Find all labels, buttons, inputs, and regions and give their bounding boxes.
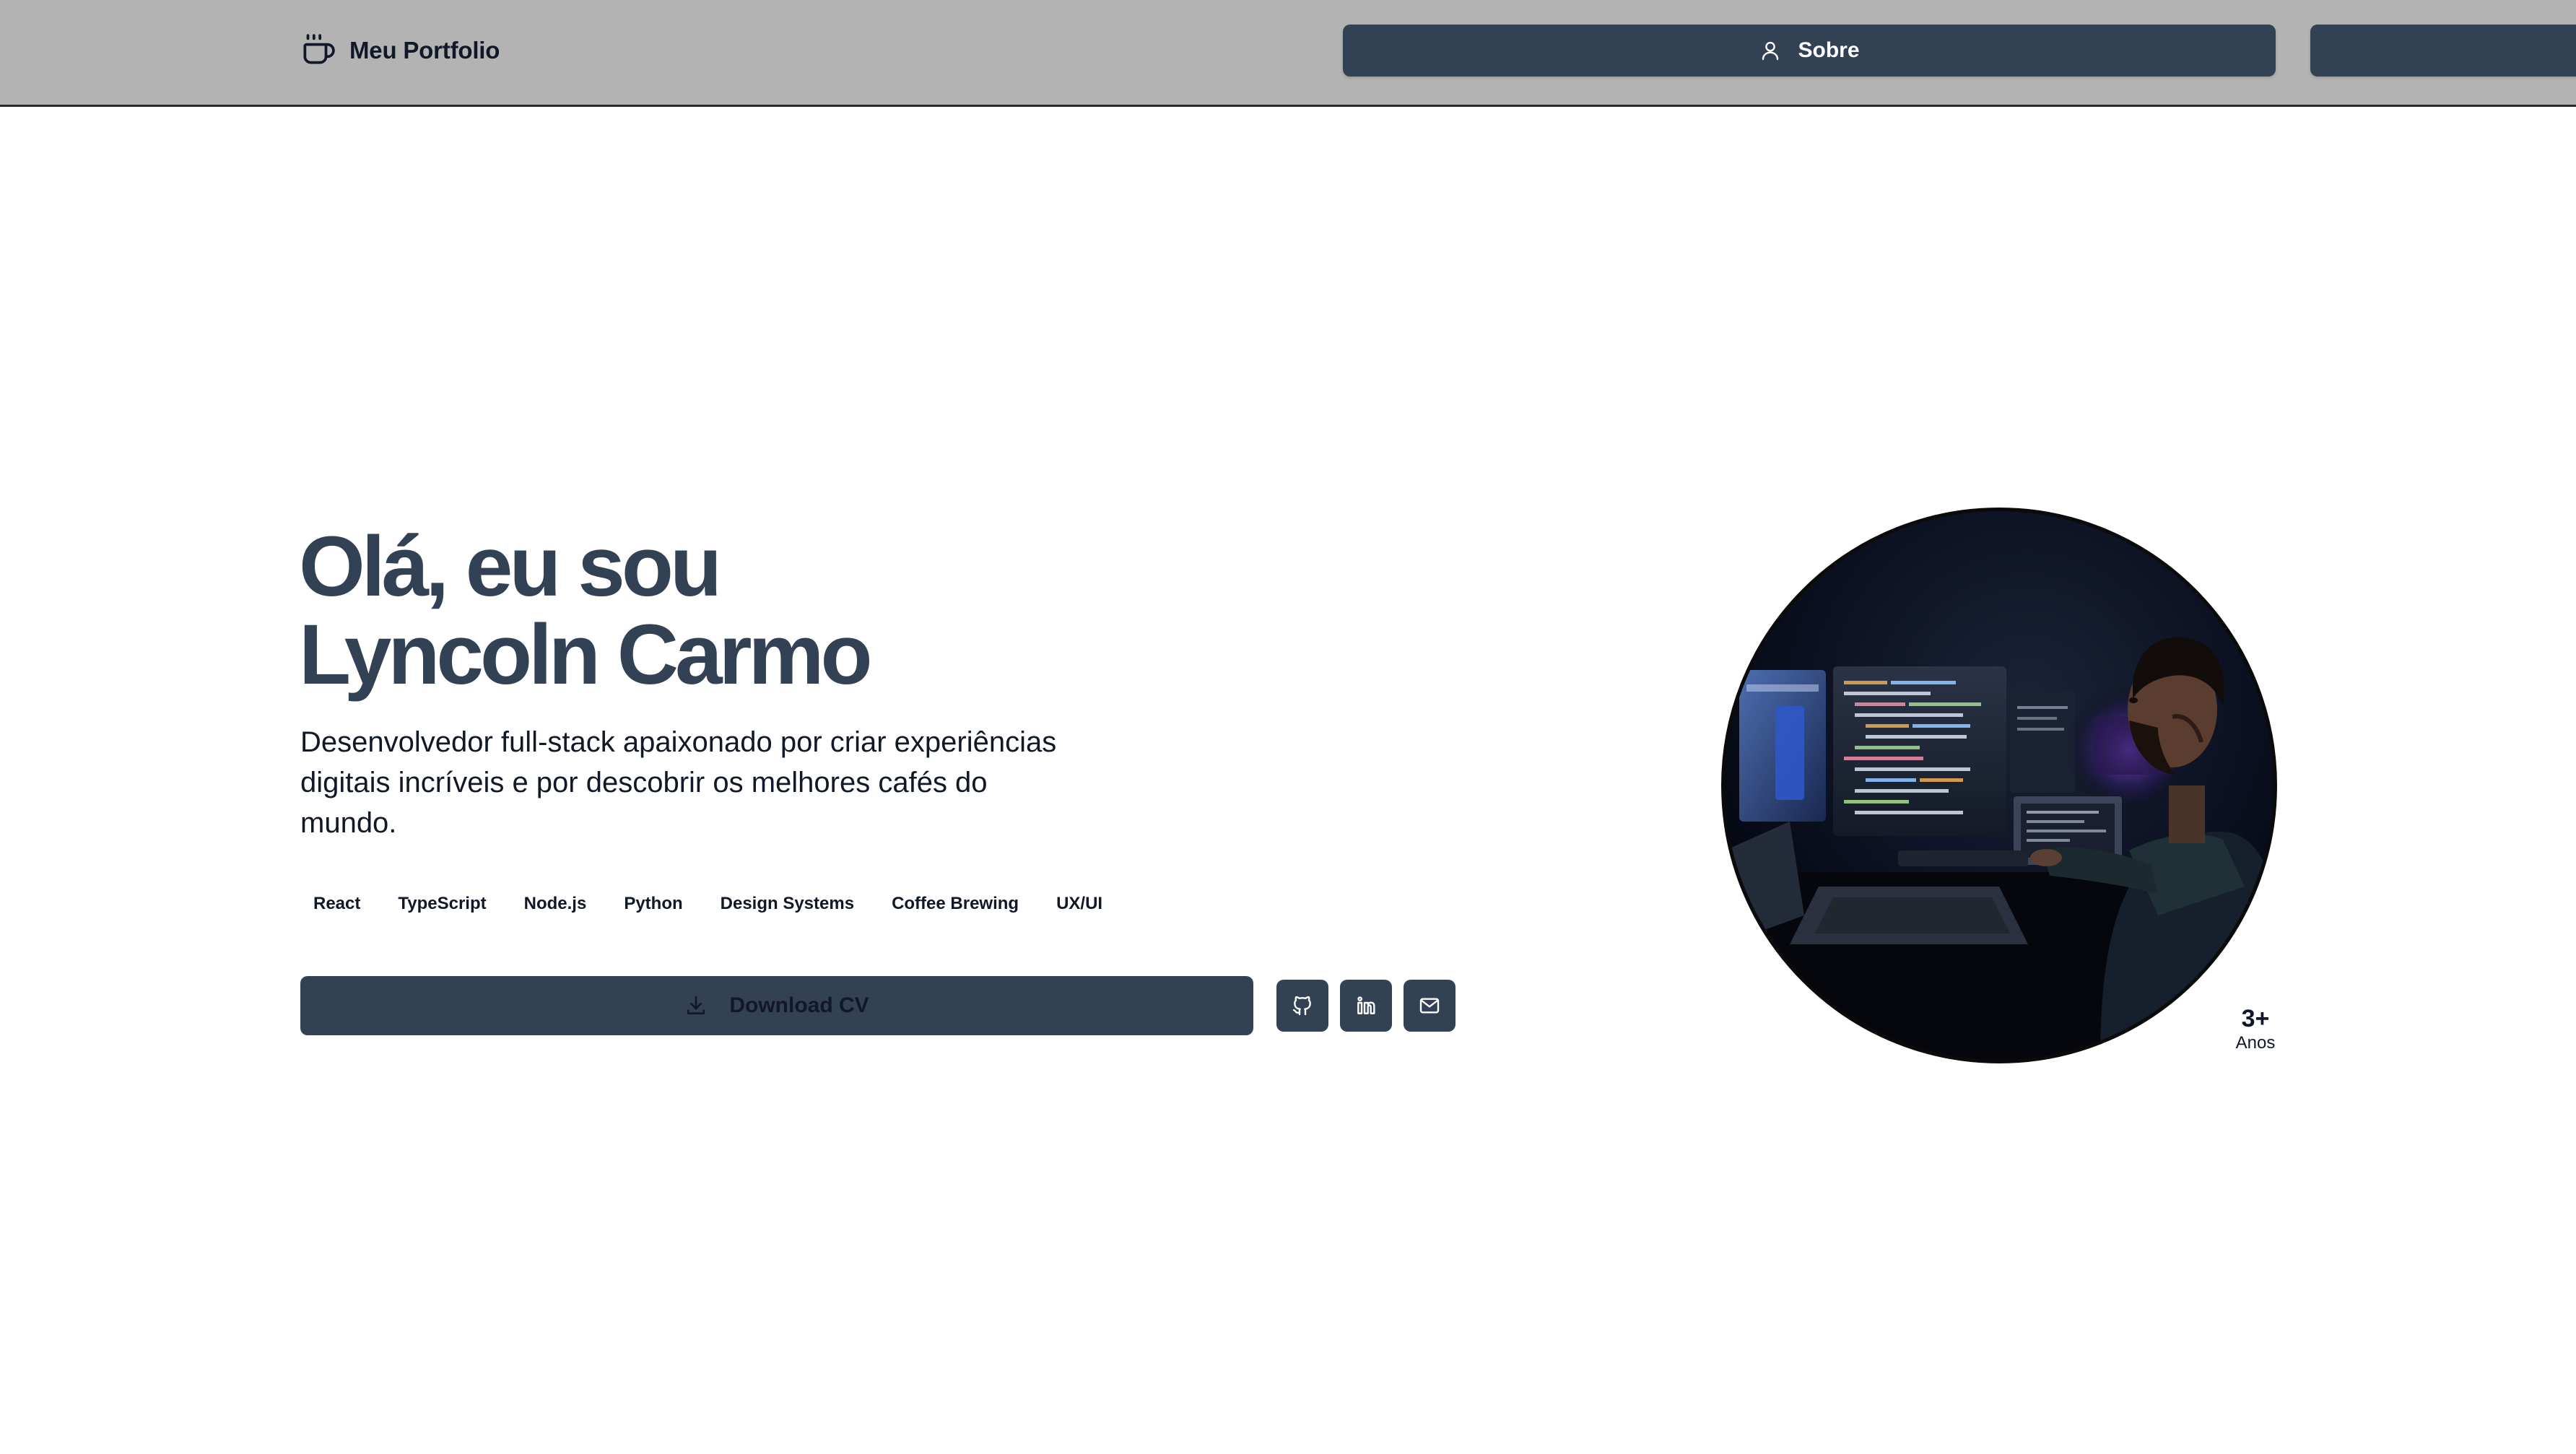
experience-years-value: 3+	[2241, 1005, 2270, 1032]
nav-next-button[interactable]	[2310, 25, 2576, 77]
skill-tag: TypeScript	[398, 894, 487, 913]
hero-title-line-2: Lyncoln Carmo	[299, 607, 873, 702]
experience-years-label: Anos	[2235, 1033, 2276, 1053]
top-navbar: Meu Portfolio Sobre	[0, 0, 2576, 107]
skill-tag: React	[313, 894, 361, 913]
hero-title-line-1: Olá, eu sou	[299, 519, 722, 614]
coffee-cup-icon	[303, 34, 335, 64]
download-cv-button[interactable]: Download CV	[300, 976, 1253, 1035]
skill-tags: React TypeScript Node.js Python Design S…	[300, 888, 1127, 920]
mail-icon	[1419, 998, 1440, 1014]
linkedin-button[interactable]	[1340, 980, 1392, 1032]
download-cv-label: Download CV	[729, 993, 869, 1017]
developer-at-computer-photo	[1725, 511, 2273, 1060]
profile-photo	[1721, 508, 2277, 1063]
nav-sobre-button[interactable]: Sobre	[1343, 25, 2276, 77]
experience-badge: 3+ Anos	[2224, 1005, 2287, 1054]
email-button[interactable]	[1404, 980, 1455, 1032]
skill-tag: Design Systems	[720, 894, 855, 913]
skill-tag: Coffee Brewing	[892, 894, 1019, 913]
download-icon	[687, 996, 705, 1014]
brand-logo-link[interactable]: Meu Portfolio	[299, 32, 500, 69]
page: Meu Portfolio Sobre Olá, eu sou Lyncoln …	[0, 0, 2576, 1454]
github-icon	[1292, 996, 1311, 1016]
hero-description: Desenvolvedor full-stack apaixonado por …	[300, 726, 1057, 839]
github-button[interactable]	[1276, 980, 1328, 1032]
nav-sobre-label: Sobre	[1798, 38, 1860, 62]
skill-tag: UX/UI	[1056, 894, 1103, 913]
hero-title: Olá, eu sou Lyncoln Carmo	[299, 519, 873, 702]
skill-tag: Python	[624, 894, 683, 913]
user-icon	[1762, 41, 1779, 61]
linkedin-icon	[1357, 996, 1375, 1014]
brand-name: Meu Portfolio	[349, 37, 500, 64]
skill-tag: Node.js	[523, 894, 587, 913]
